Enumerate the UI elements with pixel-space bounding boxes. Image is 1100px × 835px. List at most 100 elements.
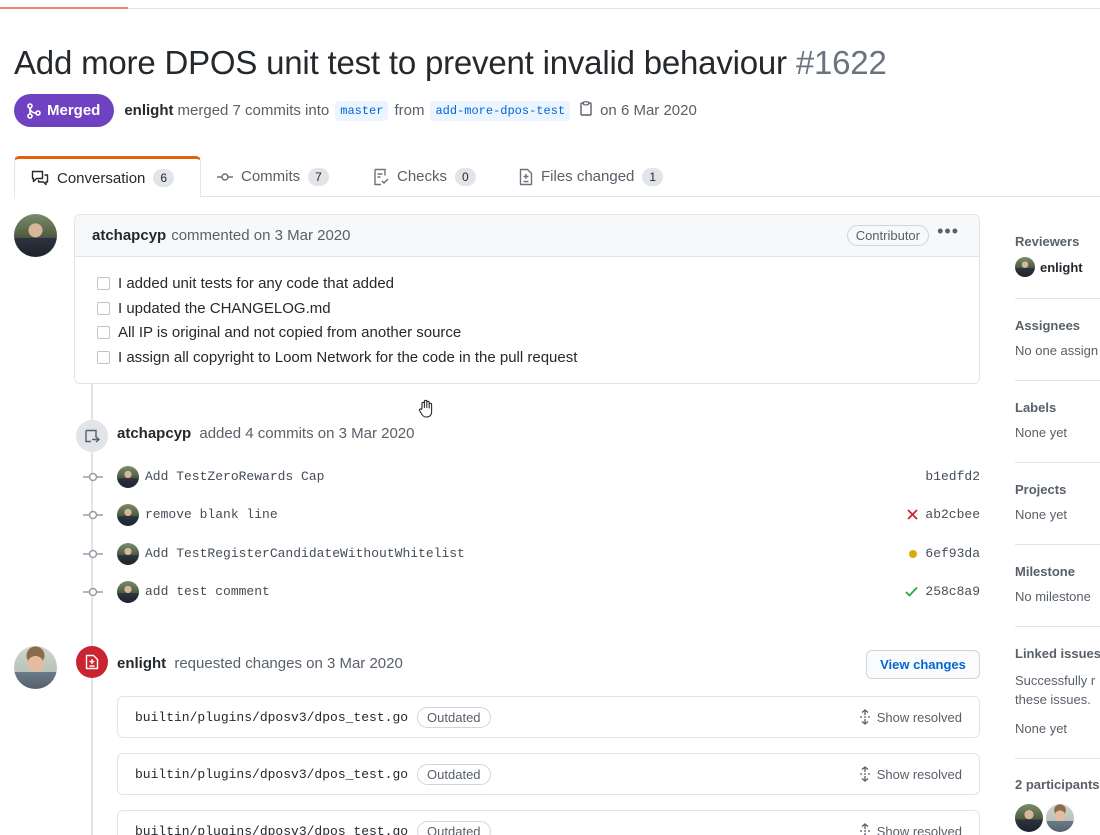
task-checkbox[interactable] (97, 326, 110, 340)
outdated-badge: Outdated (417, 763, 491, 785)
sidebar-value: None yet (1015, 425, 1068, 440)
task-label: I assign all copyright to Loom Network f… (118, 348, 578, 366)
commit-icon (83, 510, 103, 520)
divider (1015, 298, 1100, 299)
commit-row: remove blank line ab2cbee (80, 503, 980, 527)
tab-count: 7 (308, 167, 329, 186)
head-branch[interactable]: add-more-dpos-test (430, 100, 571, 121)
pr-title-text: Add more DPOS unit test to prevent inval… (14, 44, 787, 81)
avatar[interactable] (1015, 257, 1035, 277)
commit-sha[interactable]: ab2cbee (925, 507, 980, 522)
commit-message[interactable]: Add TestRegisterCandidateWithoutWhitelis… (145, 546, 465, 561)
push-author[interactable]: atchapcyp (117, 425, 191, 442)
pr-sidebar: Reviewers enlight Assignees No one assig… (1015, 222, 1100, 835)
avatar[interactable] (117, 504, 139, 526)
commit-icon (217, 172, 233, 181)
comment-box: atchapcyp commented on 3 Mar 2020 Contri… (74, 214, 980, 384)
sidebar-participants: 2 participants (1015, 777, 1100, 832)
tab-files-changed[interactable]: Files changed 1 (503, 156, 679, 197)
status-badge-label: Merged (47, 102, 101, 119)
base-branch[interactable]: master (335, 100, 389, 121)
hand-cursor-icon (418, 399, 433, 418)
tab-conversation[interactable]: Conversation 6 (14, 156, 201, 198)
show-resolved-label: Show resolved (876, 823, 962, 835)
review-author[interactable]: enlight (117, 655, 166, 672)
tab-count: 6 (153, 169, 175, 187)
task-label: All IP is original and not copied from a… (118, 324, 462, 342)
task-checkbox[interactable] (97, 301, 110, 315)
avatar[interactable] (1015, 804, 1043, 832)
pr-title: Add more DPOS unit test to prevent inval… (14, 44, 887, 82)
from-text: from (394, 102, 425, 119)
tab-label: Checks (397, 168, 448, 185)
commit-icon (83, 549, 103, 559)
x-icon[interactable] (907, 509, 919, 520)
commit-message[interactable]: remove blank line (145, 507, 278, 522)
sidebar-heading: Assignees (1015, 318, 1081, 333)
task-item: I updated the CHANGELOG.md (97, 296, 979, 321)
comment-author[interactable]: atchapcyp (92, 227, 166, 244)
task-checkbox[interactable] (97, 276, 110, 290)
unfold-icon (859, 766, 870, 782)
sidebar-value: None yet (1015, 507, 1068, 522)
show-resolved-button[interactable]: Show resolved (859, 766, 962, 782)
tab-count: 0 (455, 167, 476, 186)
avatar[interactable] (14, 646, 57, 689)
avatar[interactable] (1046, 804, 1074, 832)
sidebar-milestone[interactable]: Milestone No milestone (1015, 564, 1100, 604)
outdated-badge: Outdated (417, 706, 491, 728)
review-file-row[interactable]: builtin/plugins/dposv3/dpos_test.go Outd… (117, 810, 980, 835)
repo-push-icon (76, 420, 108, 452)
file-path[interactable]: builtin/plugins/dposv3/dpos_test.go (135, 767, 408, 782)
review-file-row[interactable]: builtin/plugins/dposv3/dpos_test.go Outd… (117, 753, 980, 795)
commit-sha[interactable]: 6ef93da (925, 546, 980, 561)
review-action: requested changes on 3 Mar 2020 (174, 655, 403, 672)
sidebar-assignees[interactable]: Assignees No one assign (1015, 318, 1100, 358)
review-event-text: enlight requested changes on 3 Mar 2020 (117, 655, 403, 672)
role-badge: Contributor (846, 225, 929, 246)
avatar[interactable] (117, 581, 139, 603)
outdated-badge: Outdated (417, 820, 491, 835)
avatar[interactable] (14, 214, 57, 257)
commit-message[interactable]: add test comment (145, 584, 270, 599)
unfold-icon (859, 709, 870, 725)
check-icon[interactable] (905, 586, 919, 597)
review-file-row[interactable]: builtin/plugins/dposv3/dpos_test.go Outd… (117, 696, 980, 738)
task-checkbox[interactable] (97, 350, 110, 364)
comment-action: commented on 3 Mar 2020 (171, 227, 351, 244)
tab-commits[interactable]: Commits 7 (201, 156, 345, 197)
task-item: All IP is original and not copied from a… (97, 320, 979, 345)
commit-message[interactable]: Add TestZeroRewards Cap (145, 469, 324, 484)
show-resolved-label: Show resolved (876, 766, 962, 782)
sidebar-heading: 2 participants (1015, 777, 1100, 792)
sidebar-reviewers[interactable]: Reviewers enlight (1015, 234, 1100, 277)
kebab-menu-icon[interactable]: ••• (937, 221, 959, 242)
show-resolved-button[interactable]: Show resolved (859, 709, 962, 725)
show-resolved-button[interactable]: Show resolved (859, 823, 962, 835)
commit-row: Add TestRegisterCandidateWithoutWhitelis… (80, 542, 980, 566)
copy-icon[interactable] (580, 101, 592, 120)
pr-author-link[interactable]: enlight (124, 102, 173, 119)
file-diff-icon (519, 168, 533, 185)
divider (1015, 380, 1100, 381)
avatar[interactable] (117, 466, 139, 488)
file-path[interactable]: builtin/plugins/dposv3/dpos_test.go (135, 824, 408, 835)
task-label: I updated the CHANGELOG.md (118, 299, 331, 317)
sidebar-labels[interactable]: Labels None yet (1015, 400, 1100, 440)
avatar[interactable] (117, 543, 139, 565)
pending-dot-icon[interactable] (908, 549, 918, 559)
view-changes-button[interactable]: View changes (866, 650, 980, 679)
checklist-icon (374, 168, 389, 185)
unfold-icon (859, 823, 870, 835)
tab-checks[interactable]: Checks 0 (357, 156, 492, 197)
divider (1015, 544, 1100, 545)
file-path[interactable]: builtin/plugins/dposv3/dpos_test.go (135, 710, 408, 725)
status-badge: Merged (14, 94, 115, 127)
commit-sha[interactable]: b1edfd2 (925, 469, 980, 484)
sidebar-heading: Linked issues (1015, 646, 1100, 661)
commit-sha[interactable]: 258c8a9 (925, 584, 980, 599)
sidebar-linked-issues[interactable]: Linked issues Successfully r these issue… (1015, 646, 1100, 736)
sidebar-projects[interactable]: Projects None yet (1015, 482, 1100, 522)
request-changes-icon (76, 646, 108, 678)
reviewer-name[interactable]: enlight (1040, 260, 1083, 275)
